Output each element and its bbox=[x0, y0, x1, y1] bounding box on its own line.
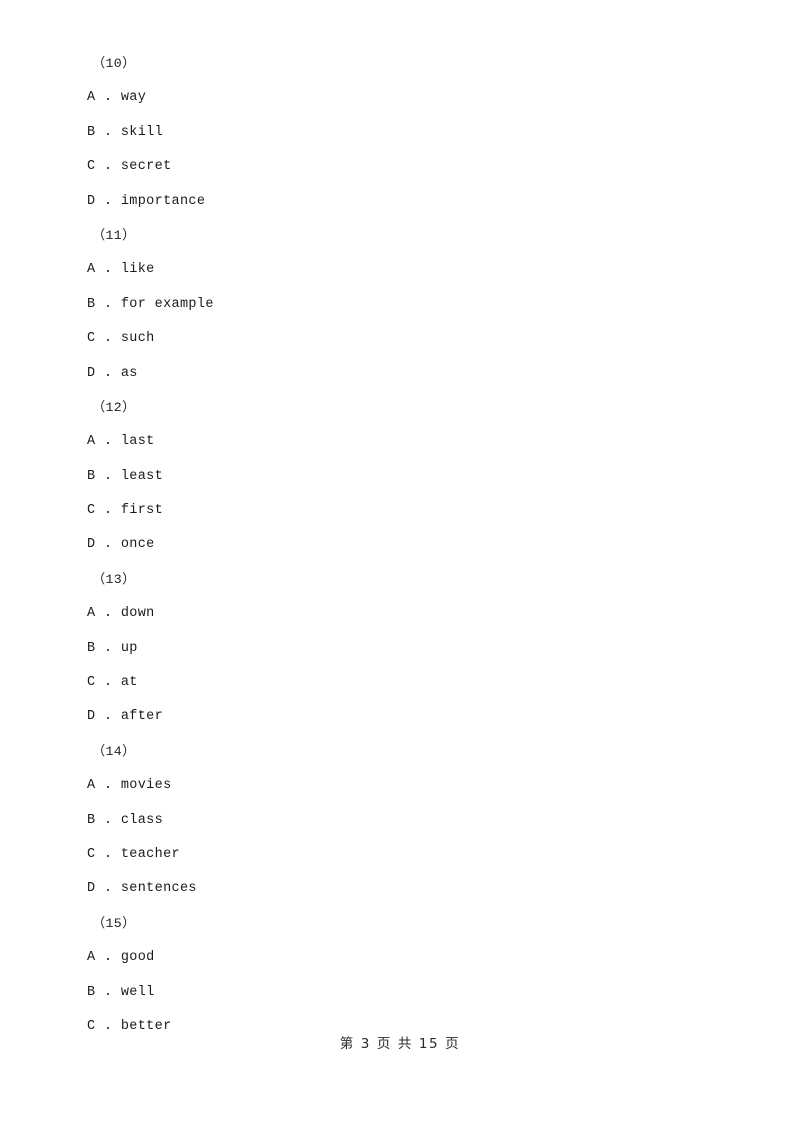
option-text: as bbox=[120, 365, 138, 381]
option-separator: . bbox=[95, 675, 121, 691]
option-separator: . bbox=[95, 193, 121, 209]
option-text: teacher bbox=[120, 846, 180, 862]
option-text: down bbox=[120, 606, 155, 622]
page-footer: 第 3 页 共 15 页 bbox=[339, 1036, 461, 1052]
option-separator: . bbox=[95, 124, 121, 140]
question-number: （11） bbox=[92, 227, 136, 243]
question-block: （11） A . like B . for example C . such D . a… bbox=[0, 219, 800, 391]
option-c[interactable]: C . first bbox=[0, 494, 800, 528]
option-separator: . bbox=[95, 846, 121, 862]
question-number: （15） bbox=[92, 915, 136, 931]
option-separator: . bbox=[95, 812, 121, 828]
option-text: way bbox=[120, 90, 147, 106]
option-text: skill bbox=[120, 124, 164, 140]
option-text: such bbox=[120, 331, 155, 347]
option-text: secret bbox=[120, 159, 172, 175]
option-separator: . bbox=[95, 984, 121, 1000]
option-separator: . bbox=[95, 296, 121, 312]
question-block: （15） A . good B . well C . better bbox=[0, 907, 800, 1045]
option-separator: . bbox=[95, 90, 121, 106]
option-text: last bbox=[120, 434, 155, 450]
option-c[interactable]: C . such bbox=[0, 322, 800, 356]
option-a[interactable]: A . like bbox=[0, 253, 800, 287]
option-d[interactable]: D . as bbox=[0, 357, 800, 391]
option-a[interactable]: A . good bbox=[0, 941, 800, 975]
option-text: up bbox=[120, 640, 138, 656]
option-separator: . bbox=[95, 159, 121, 175]
option-separator: . bbox=[95, 881, 121, 897]
option-text: well bbox=[120, 984, 155, 1000]
option-separator: . bbox=[95, 606, 121, 622]
option-b[interactable]: B . up bbox=[0, 632, 800, 666]
question-block: （13） A . down B . up C . at D . after bbox=[0, 563, 800, 735]
option-d[interactable]: D . sentences bbox=[0, 872, 800, 906]
question-block: （12） A . last B . least C . first D . once bbox=[0, 391, 800, 563]
option-separator: . bbox=[95, 468, 121, 484]
option-d[interactable]: D . after bbox=[0, 700, 800, 734]
option-d[interactable]: D . importance bbox=[0, 185, 800, 219]
option-text: like bbox=[120, 262, 155, 278]
option-a[interactable]: A . way bbox=[0, 81, 800, 115]
option-separator: . bbox=[95, 640, 121, 656]
option-text: importance bbox=[120, 193, 206, 209]
option-d[interactable]: D . once bbox=[0, 528, 800, 562]
option-a[interactable]: A . down bbox=[0, 597, 800, 631]
option-separator: . bbox=[95, 365, 121, 381]
option-text: least bbox=[120, 468, 164, 484]
option-separator: . bbox=[95, 709, 121, 725]
option-text: for example bbox=[120, 296, 214, 312]
option-separator: . bbox=[95, 331, 121, 347]
question-block: （10） A . way B . skill C . secret D . import… bbox=[0, 47, 800, 219]
question-number: （10） bbox=[92, 56, 136, 71]
option-b[interactable]: B . well bbox=[0, 976, 800, 1010]
option-a[interactable]: A . last bbox=[0, 425, 800, 459]
option-text: once bbox=[120, 537, 155, 553]
option-a[interactable]: A . movies bbox=[0, 769, 800, 803]
option-text: good bbox=[120, 950, 155, 966]
question-number: （14） bbox=[92, 743, 136, 759]
option-separator: . bbox=[95, 503, 121, 519]
option-text: first bbox=[120, 503, 164, 519]
option-separator: . bbox=[95, 537, 121, 553]
option-b[interactable]: B . class bbox=[0, 804, 800, 838]
option-text: at bbox=[120, 675, 138, 691]
option-text: sentences bbox=[120, 881, 197, 897]
option-b[interactable]: B . skill bbox=[0, 116, 800, 150]
option-b[interactable]: B . least bbox=[0, 460, 800, 494]
option-b[interactable]: B . for example bbox=[0, 288, 800, 322]
option-separator: . bbox=[95, 262, 121, 278]
option-c[interactable]: C . at bbox=[0, 666, 800, 700]
option-separator: . bbox=[95, 950, 121, 966]
option-separator: . bbox=[95, 778, 121, 794]
option-text: after bbox=[120, 709, 164, 725]
option-text: movies bbox=[120, 778, 172, 794]
document-page: （10） A . way B . skill C . secret D . import… bbox=[0, 0, 800, 1132]
option-c[interactable]: C . teacher bbox=[0, 838, 800, 872]
option-text: class bbox=[120, 812, 164, 828]
question-number: （12） bbox=[92, 399, 136, 415]
option-c[interactable]: C . secret bbox=[0, 150, 800, 184]
question-block: （14） A . movies B . class C . teacher D . se… bbox=[0, 735, 800, 907]
question-number: （13） bbox=[92, 571, 136, 587]
question-list: （10） A . way B . skill C . secret D . import… bbox=[0, 0, 800, 1044]
option-separator: . bbox=[95, 434, 121, 450]
